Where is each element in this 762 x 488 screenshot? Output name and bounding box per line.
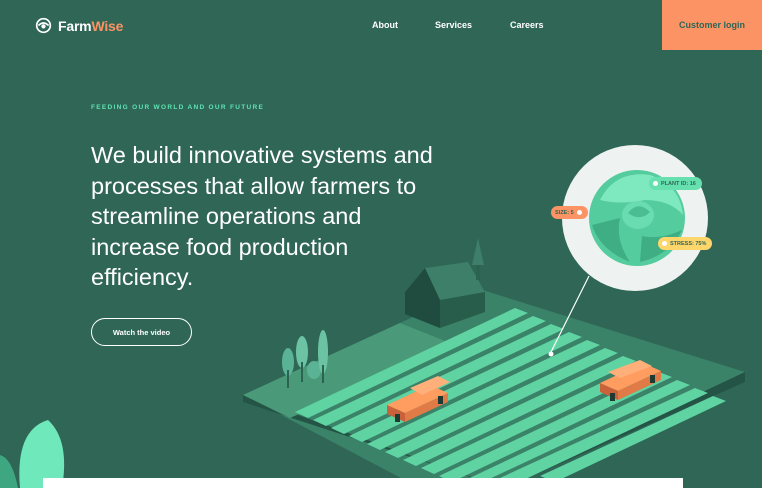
barn — [405, 238, 485, 328]
content-section-edge — [43, 478, 683, 488]
stress-tag: STRESS: 75% — [658, 237, 713, 250]
crop-rows — [295, 308, 726, 488]
size-tag: SIZE: 5 — [551, 206, 588, 219]
plant-id-tag: PLANT ID: 16 — [649, 177, 702, 190]
farm-illustration — [0, 145, 745, 488]
